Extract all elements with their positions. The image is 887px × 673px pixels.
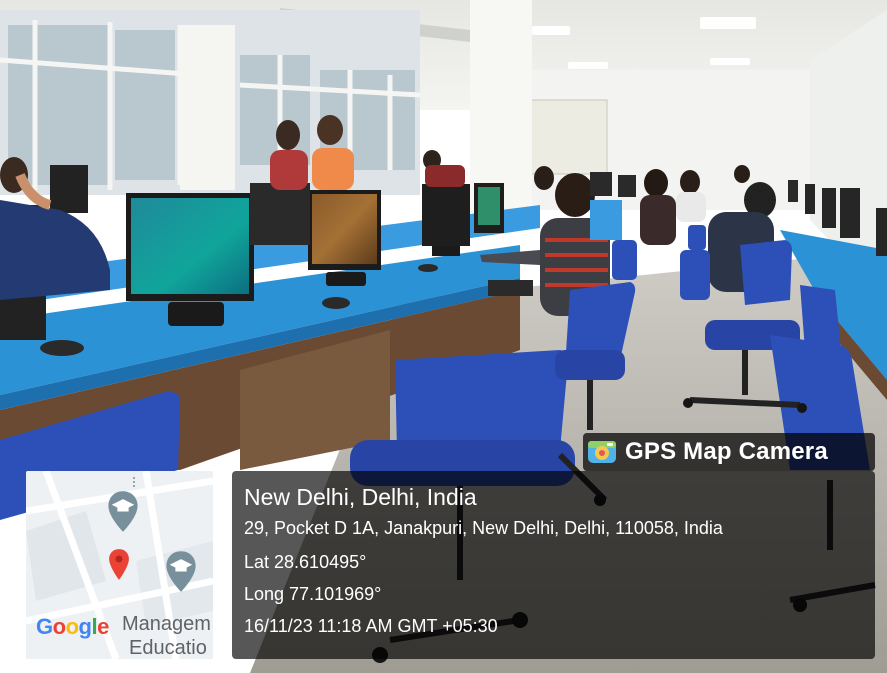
app-name-label: GPS Map Camera [625,438,828,465]
monitor [474,183,504,233]
latitude-line: Lat 28.610495° [244,552,367,572]
google-logo-letter: g [78,614,92,639]
school-icon [108,491,138,532]
poi-label-line2: Educatio [129,637,207,659]
google-logo-letter: o [52,614,66,639]
photo-scene: GPS Map Camera Managem Educatio Google N… [0,0,887,673]
longitude-line: Long 77.101969° [244,584,382,604]
google-logo-letter: G [36,614,53,639]
datetime-line: 16/11/23 11:18 AM GMT +05:30 [244,616,498,636]
address-line: 29, Pocket D 1A, Janakpuri, New Delhi, D… [244,518,723,538]
location-info-panel: New Delhi, Delhi, India 29, Pocket D 1A,… [232,471,875,659]
google-logo-letter: o [65,614,79,639]
gps-app-badge: GPS Map Camera [583,433,875,471]
google-logo-letter: e [97,614,109,639]
poi-label-line1: Managem [122,613,211,635]
location-pin-icon [109,549,129,580]
pillar [470,0,532,212]
map-thumbnail: Managem Educatio Google [26,471,213,659]
monitor [422,184,470,256]
gps-map-camera-icon [588,441,616,463]
school-icon [166,551,196,592]
whiteboard [524,99,608,175]
location-title: New Delhi, Delhi, India [244,484,477,510]
google-logo: Google [36,614,109,640]
